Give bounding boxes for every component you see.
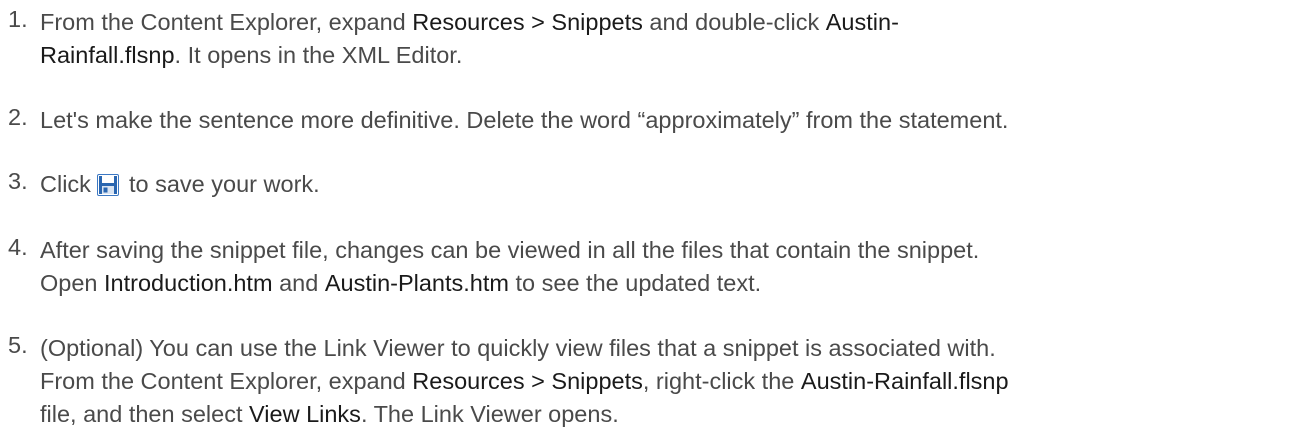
ui-path-resources-snippets: Resources > Snippets: [412, 9, 643, 35]
step-line: Click to save your work.: [40, 168, 1290, 205]
file-name-introduction: Introduction.htm: [104, 270, 273, 296]
step-line: (Optional) You can use the Link Viewer t…: [40, 332, 1290, 365]
instruction-steps: 1. From the Content Explorer, expand Res…: [0, 0, 1298, 436]
step-text-run: and double-click: [642, 9, 826, 35]
step-line: Rainfall.flsnp. It opens in the XML Edit…: [40, 39, 1290, 72]
step-number: 3.: [8, 168, 28, 194]
step-text: Let's make the sentence more definitive.…: [40, 104, 1290, 137]
step-line: From the Content Explorer, expand Resour…: [40, 6, 1290, 39]
ui-path-resources-snippets: Resources > Snippets: [412, 368, 643, 394]
step-line: Let's make the sentence more definitive.…: [40, 104, 1290, 137]
step-text-run: Open: [40, 270, 105, 296]
menu-item-view-links: View Links: [249, 401, 361, 427]
file-name-austin-rainfall: Austin-Rainfall.flsnp: [800, 368, 1009, 394]
step-number: 2.: [8, 104, 28, 130]
step-text: (Optional) You can use the Link Viewer t…: [40, 332, 1290, 431]
step-text-run: (Optional) You can use the Link Viewer t…: [40, 335, 996, 361]
file-name-austin-plants: Austin-Plants.htm: [324, 270, 509, 296]
step-text: Click to save your work.: [40, 168, 1290, 205]
file-name-austin-rainfall: Austin-: [825, 9, 899, 35]
step-text-run: From the Content Explorer, expand: [40, 368, 413, 394]
step-line: Open Introduction.htm and Austin-Plants.…: [40, 267, 1290, 300]
step-text: After saving the snippet file, changes c…: [40, 234, 1290, 300]
step-text-run: From the Content Explorer, expand: [40, 9, 413, 35]
step-text-run: . The Link Viewer opens.: [360, 401, 619, 427]
step-text-run: Click: [40, 171, 98, 197]
step-text-run: to save your work.: [122, 171, 320, 197]
step-number: 4.: [8, 234, 28, 260]
step-text-run: file, and then select: [40, 401, 250, 427]
step-text-run: , right-click the: [642, 368, 801, 394]
save-icon: [97, 172, 120, 205]
step-line: From the Content Explorer, expand Resour…: [40, 365, 1290, 398]
step-line: After saving the snippet file, changes c…: [40, 234, 1290, 267]
step-text-run: . It opens in the XML Editor.: [174, 42, 463, 68]
step-text-run: Let's make the sentence more definitive.…: [40, 107, 1009, 133]
step-text-run: and: [272, 270, 325, 296]
step-text-run: After saving the snippet file, changes c…: [40, 237, 980, 263]
file-name-austin-rainfall: Rainfall.flsnp: [40, 42, 175, 68]
step-text: From the Content Explorer, expand Resour…: [40, 6, 1290, 72]
step-number: 1.: [8, 6, 28, 32]
step-number: 5.: [8, 332, 28, 358]
step-line: file, and then select View Links. The Li…: [40, 398, 1290, 431]
step-text-run: to see the updated text.: [508, 270, 762, 296]
